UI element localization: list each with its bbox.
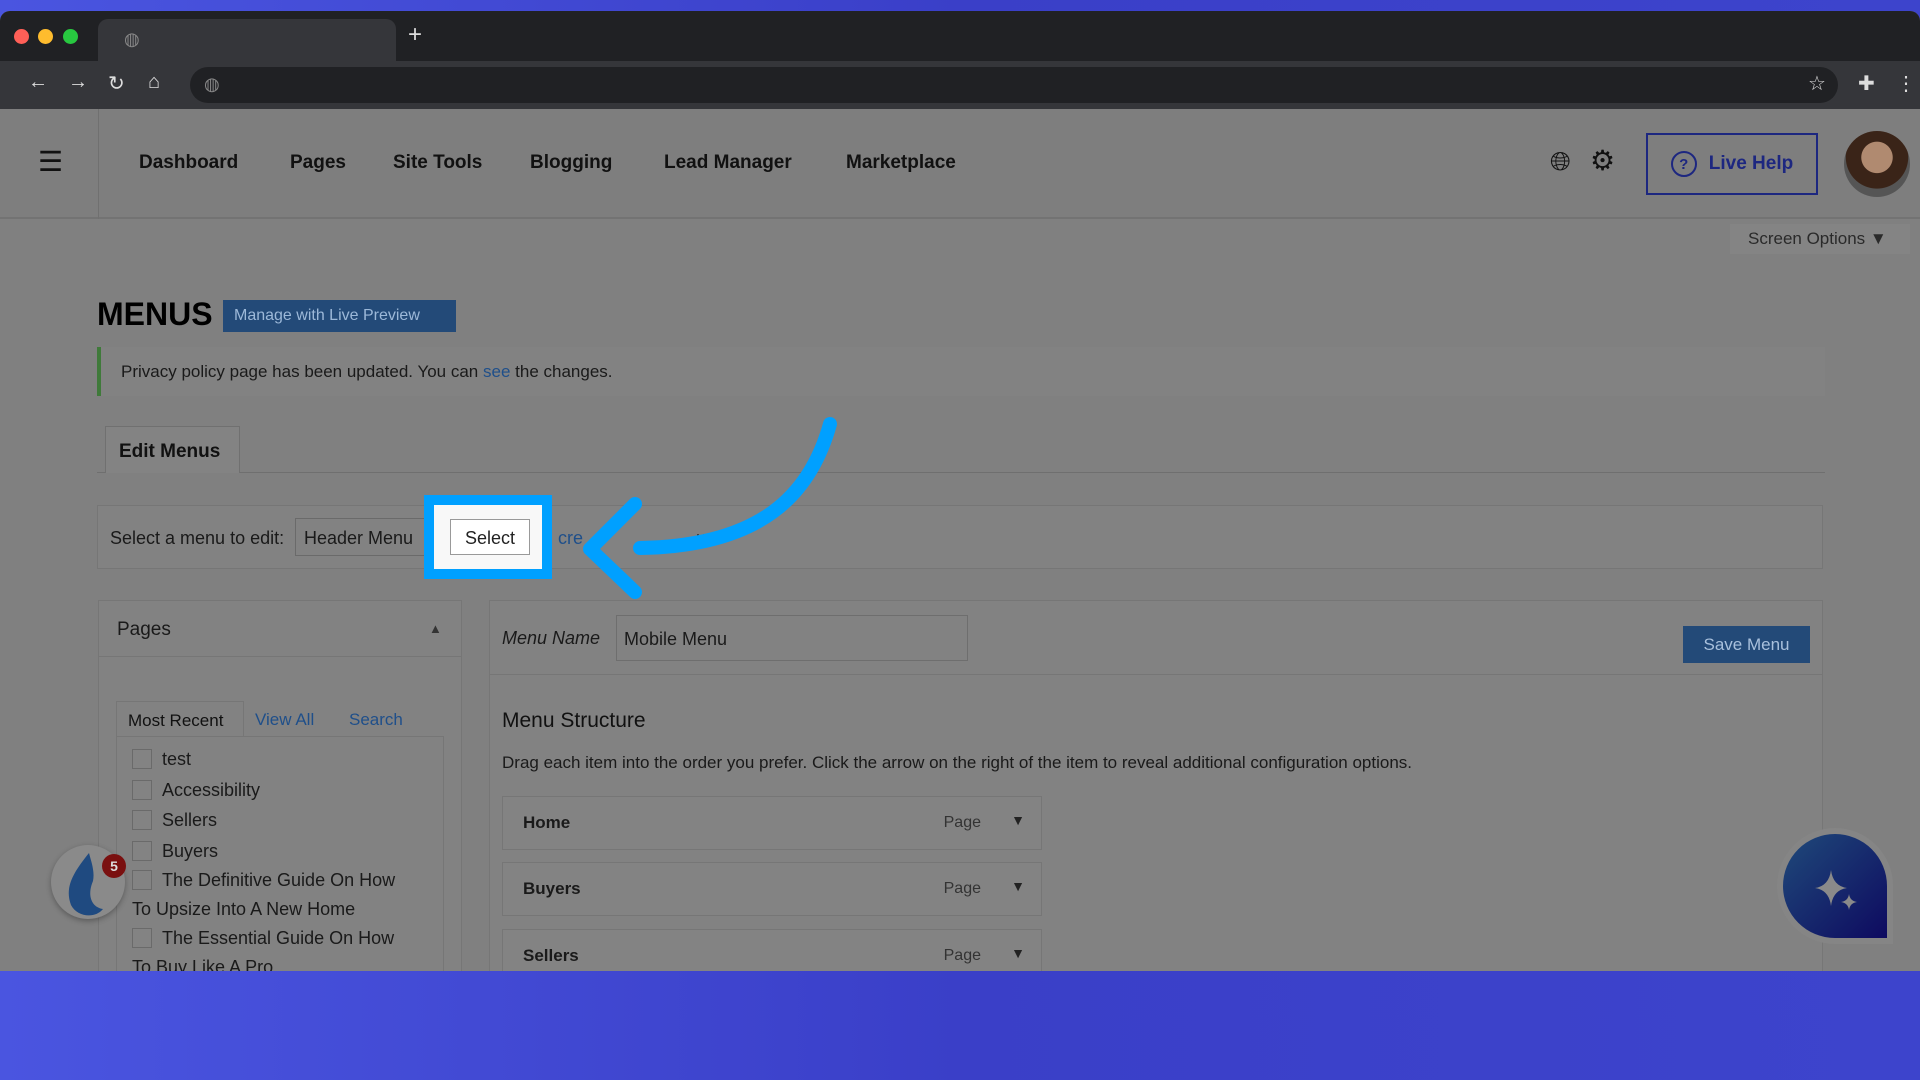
globe-icon[interactable]: 🌐︎ xyxy=(1550,146,1571,178)
bookmark-star-icon[interactable]: ☆ xyxy=(1808,71,1826,96)
pages-panel-header[interactable]: Pages ▲ xyxy=(99,601,461,657)
tab-view-all[interactable]: View All xyxy=(255,710,314,730)
home-icon[interactable]: ⌂ xyxy=(148,71,160,94)
select-button[interactable]: Select xyxy=(450,519,530,555)
maximize-window-button[interactable] xyxy=(63,29,78,44)
checkbox-buyers[interactable] xyxy=(132,841,152,861)
checkbox-definitive-guide[interactable] xyxy=(132,870,152,890)
nav-lead-manager[interactable]: Lead Manager xyxy=(664,152,792,174)
checkbox-sellers[interactable] xyxy=(132,810,152,830)
notice-banner: Privacy policy page has been updated. Yo… xyxy=(97,347,1825,396)
menu-item-sellers[interactable]: Sellers Page ▼ xyxy=(502,929,1042,971)
tab-edit-menus[interactable]: Edit Menus xyxy=(105,426,240,473)
checkbox-test[interactable] xyxy=(132,749,152,769)
tab-search[interactable]: Search xyxy=(349,710,403,730)
menu-select-dropdown[interactable]: Header Menu xyxy=(295,518,439,556)
new-tab-button[interactable]: + xyxy=(408,21,422,49)
browser-window: ◍ + ← → ↻ ⌂ ◍ ☆ ✚ ⋮ ☰ Dashboard Pages Si… xyxy=(0,11,1920,971)
checkbox-essential-guide[interactable] xyxy=(132,928,152,948)
reload-icon[interactable]: ↻ xyxy=(108,71,125,96)
tab-bar: ◍ + xyxy=(0,11,1920,61)
nav-pages[interactable]: Pages xyxy=(290,152,346,174)
nav-site-tools[interactable]: Site Tools xyxy=(393,152,482,174)
menu-item-home[interactable]: Home Page ▼ xyxy=(502,796,1042,850)
user-avatar[interactable] xyxy=(1844,131,1910,197)
gear-icon[interactable]: ⚙ xyxy=(1590,144,1615,177)
nav-marketplace[interactable]: Marketplace xyxy=(846,152,956,174)
sparkle-icon xyxy=(1815,870,1857,910)
checkbox-accessibility[interactable] xyxy=(132,780,152,800)
live-help-button[interactable]: ? Live Help xyxy=(1646,133,1818,195)
back-icon[interactable]: ← xyxy=(28,71,48,94)
extensions-icon[interactable]: ✚ xyxy=(1858,71,1875,96)
expand-arrow-icon[interactable]: ▼ xyxy=(1011,812,1025,828)
menu-structure-title: Menu Structure xyxy=(502,709,646,732)
hamburger-menu-icon[interactable]: ☰ xyxy=(38,145,63,178)
menu-name-input[interactable]: Mobile Menu xyxy=(616,615,968,661)
minimize-window-button[interactable] xyxy=(38,29,53,44)
expand-arrow-icon[interactable]: ▼ xyxy=(1011,945,1025,961)
browser-toolbar: ← → ↻ ⌂ ◍ ☆ ✚ ⋮ xyxy=(0,61,1920,109)
help-circle-icon: ? xyxy=(1670,151,1697,177)
live-preview-button[interactable]: Manage with Live Preview xyxy=(223,300,456,332)
pointer-arrow xyxy=(583,417,837,599)
close-window-button[interactable] xyxy=(14,29,29,44)
highlight-box: Select xyxy=(424,495,552,579)
browser-tab[interactable]: ◍ xyxy=(98,19,396,61)
menu-select-bar: Select a menu to edit: Header Menu o cre… xyxy=(97,505,1823,569)
app-header: ☰ Dashboard Pages Site Tools Blogging Le… xyxy=(0,109,1920,219)
tab-most-recent[interactable]: Most Recent xyxy=(116,701,244,737)
page-title: MENUS xyxy=(97,296,213,332)
collapse-arrow-icon[interactable]: ▲ xyxy=(429,621,442,636)
see-changes-link[interactable]: see xyxy=(483,362,510,381)
nav-blogging[interactable]: Blogging xyxy=(530,152,612,174)
globe-icon: ◍ xyxy=(124,29,140,49)
menu-item-buyers[interactable]: Buyers Page ▼ xyxy=(502,862,1042,916)
save-menu-button[interactable]: Save Menu xyxy=(1683,626,1810,663)
screen-options-button[interactable]: Screen Options ▼ xyxy=(1730,224,1910,254)
address-bar[interactable]: ◍ xyxy=(190,67,1838,103)
expand-arrow-icon[interactable]: ▼ xyxy=(1011,878,1025,894)
nav-dashboard[interactable]: Dashboard xyxy=(139,152,238,174)
ai-assistant-button[interactable] xyxy=(1783,834,1887,938)
notification-badge: 5 xyxy=(102,854,126,878)
forward-icon[interactable]: → xyxy=(68,71,88,94)
browser-menu-icon[interactable]: ⋮ xyxy=(1896,71,1916,96)
site-info-icon: ◍ xyxy=(204,74,220,94)
